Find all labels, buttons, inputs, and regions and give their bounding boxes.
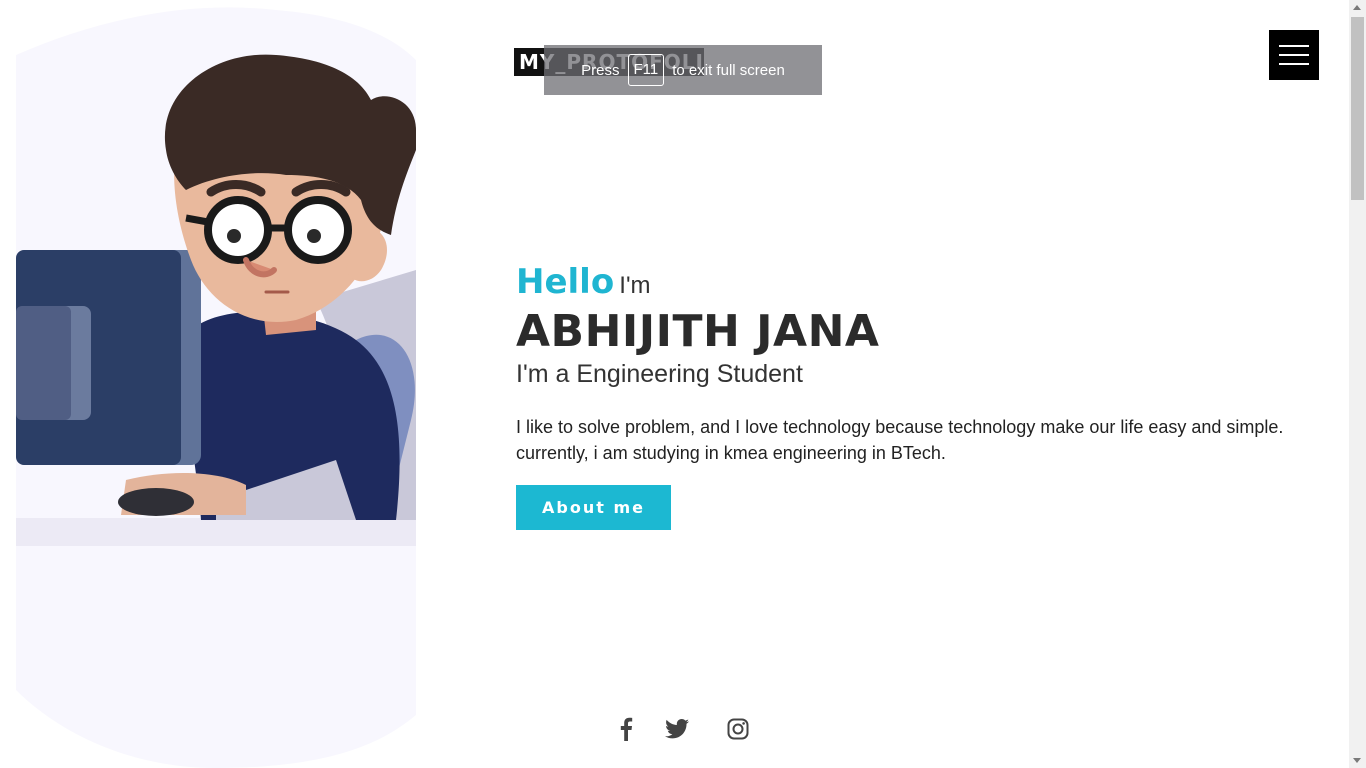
scroll-thumb[interactable]: [1351, 17, 1364, 200]
hello-text: Hello: [516, 262, 615, 302]
facebook-icon[interactable]: [613, 716, 639, 742]
developer-illustration: [16, 7, 416, 768]
menu-bar-bottom: [1279, 63, 1309, 65]
twitter-icon[interactable]: [664, 716, 690, 742]
hero-name: ABHIJITH JANA: [516, 306, 880, 357]
menu-bar-middle: [1279, 54, 1309, 56]
greeting: Hello I'm: [516, 262, 651, 302]
about-me-button[interactable]: About me: [516, 485, 671, 530]
f11-key-badge: F11: [627, 54, 665, 86]
hero-description: I like to solve problem, and I love tech…: [516, 417, 1284, 463]
im-text: I'm: [619, 272, 651, 299]
instagram-icon[interactable]: [725, 716, 751, 742]
menu-bar-top: [1279, 45, 1309, 47]
scroll-down-arrow-icon[interactable]: [1353, 758, 1361, 763]
fullscreen-notice-before: Press: [581, 61, 620, 79]
hamburger-menu-icon[interactable]: [1269, 30, 1319, 80]
page-scrollbar[interactable]: [1349, 0, 1366, 768]
hero-role: I'm a Engineering Student: [516, 360, 803, 388]
fullscreen-notice: Press F11 to exit full screen: [544, 45, 822, 95]
scroll-up-arrow-icon[interactable]: [1353, 5, 1361, 10]
fullscreen-notice-after: to exit full screen: [672, 61, 785, 79]
hero-illustration: [16, 0, 416, 768]
